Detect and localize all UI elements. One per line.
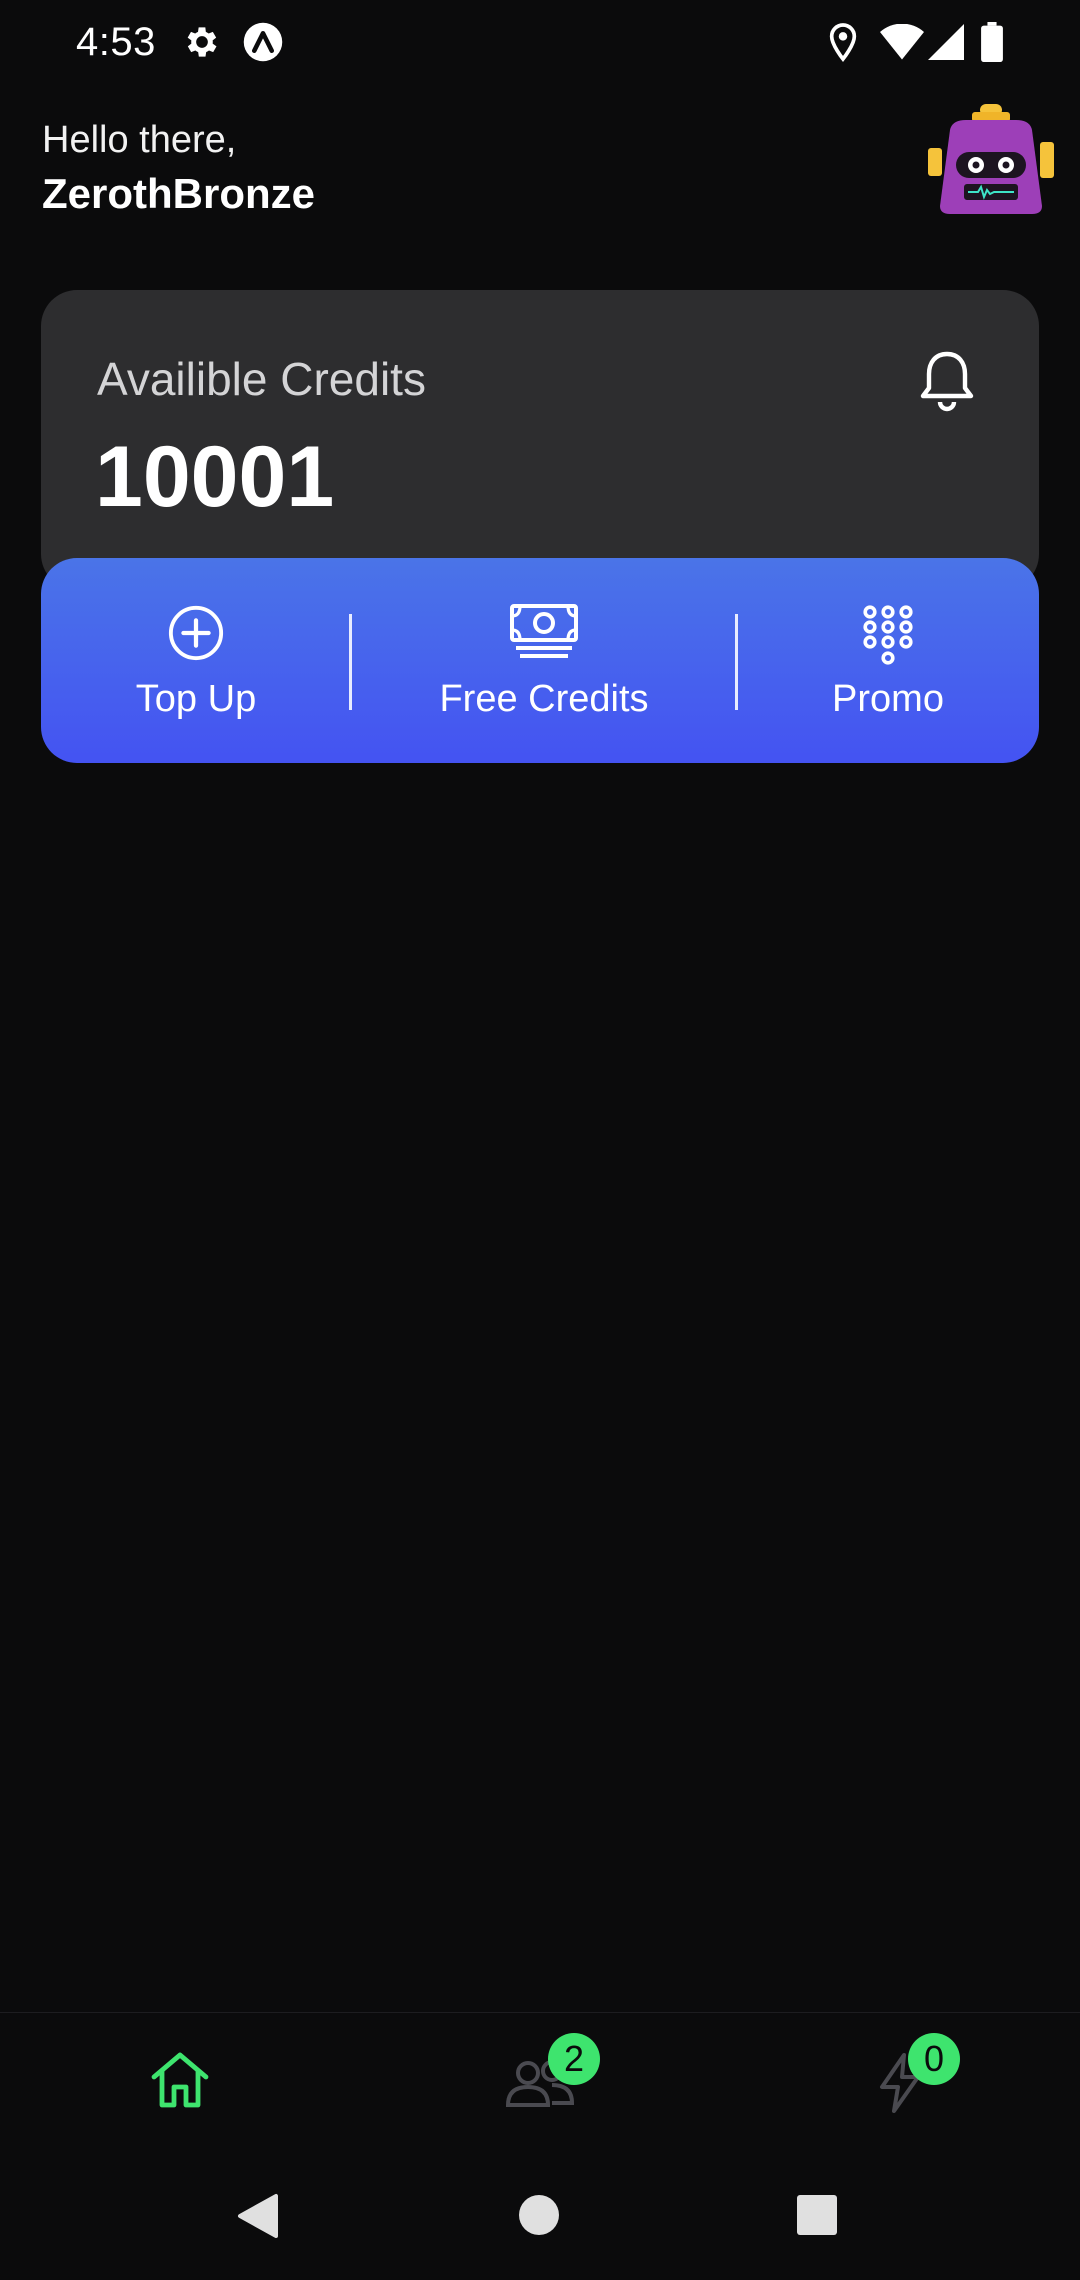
bottom-nav: 2 0 <box>0 2012 1080 2151</box>
action-bar: Top Up Free Credits Promo <box>41 558 1039 763</box>
cell-signal-icon <box>928 24 964 60</box>
nav-item-home[interactable] <box>0 2013 360 2151</box>
back-icon[interactable] <box>236 2192 280 2240</box>
activity-badge: 0 <box>908 2033 960 2085</box>
promo-button[interactable]: Promo <box>737 558 1039 763</box>
top-up-button[interactable]: Top Up <box>41 558 351 763</box>
home-screen: 4:53 Hello there, ZerothBronze Availible… <box>0 0 1080 2280</box>
app-notification-icon <box>243 22 283 62</box>
cash-icon <box>510 604 578 658</box>
nav-item-people[interactable]: 2 <box>360 2013 720 2151</box>
home-icon <box>151 2052 209 2108</box>
greeting: Hello there, ZerothBronze <box>42 114 315 222</box>
promo-label: Promo <box>832 678 944 720</box>
credits-value: 10001 <box>95 429 335 525</box>
nav-item-activity[interactable]: 0 <box>720 2013 1080 2151</box>
credits-label: Availible Credits <box>97 353 426 405</box>
battery-icon <box>981 22 1003 62</box>
recents-icon[interactable] <box>796 2194 838 2236</box>
home-system-icon[interactable] <box>518 2194 560 2236</box>
bell-icon[interactable] <box>917 348 977 414</box>
free-credits-label: Free Credits <box>439 678 649 720</box>
credits-card: Availible Credits 10001 <box>41 290 1039 590</box>
dial-pad-icon <box>863 605 913 665</box>
top-up-label: Top Up <box>135 678 257 720</box>
settings-gear-icon <box>187 27 217 57</box>
username: ZerothBronze <box>42 170 315 217</box>
status-bar: 4:53 <box>0 0 1080 88</box>
status-time: 4:53 <box>76 20 156 64</box>
plus-circle-icon <box>168 605 224 661</box>
location-icon <box>829 23 857 62</box>
wifi-icon <box>880 24 924 60</box>
greeting-text: Hello there, <box>42 119 237 161</box>
system-nav-bar <box>0 2150 1080 2280</box>
robot-avatar[interactable] <box>926 96 1056 222</box>
free-credits-button[interactable]: Free Credits <box>351 558 737 763</box>
people-badge: 2 <box>548 2033 600 2085</box>
